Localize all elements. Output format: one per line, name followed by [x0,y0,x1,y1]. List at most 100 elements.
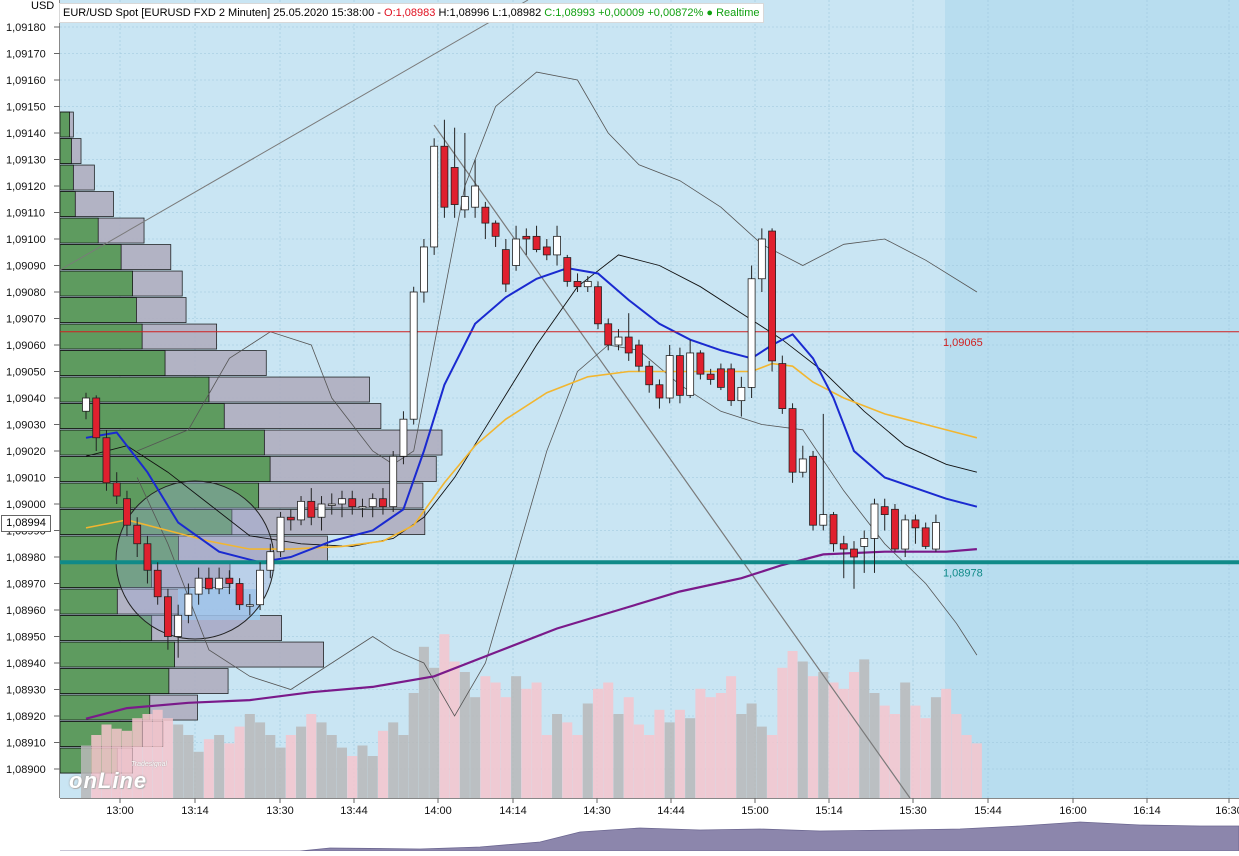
candle-body [932,522,940,550]
volume-bar [224,743,235,798]
volume-profile-up-segment [59,350,166,376]
candle-body [368,498,377,508]
volume-bar [255,722,266,798]
y-tick-label: 1,09010 [6,473,46,485]
candle-body [921,527,930,547]
volume-bar [357,745,368,798]
y-tick-label: 1,08900 [6,764,46,776]
candle-body [256,569,264,606]
candle-body [266,551,275,571]
volume-bar [439,634,450,798]
volume-profile-up-segment [59,217,99,244]
volume-bar [930,697,941,798]
volume-bar [961,735,972,798]
y-tick-label: 1,09030 [6,420,46,432]
volume-bar [633,724,644,798]
volume-bar [521,688,532,798]
y-tick-label: 1,09050 [6,367,46,379]
candle-body [645,365,654,386]
volume-bar [869,693,880,798]
volume-bar [695,688,706,798]
x-axis: 13:00 13:14 13:30 13:44 14:00 14:14 14:30 14:44… [0,798,1239,821]
candle-body [338,498,346,505]
y-tick-label: 1,08960 [6,605,46,617]
volume-bar [582,703,593,798]
y-tick-label: 1,09180 [6,22,46,34]
volume-bar [910,705,921,798]
volume-bar [326,735,337,798]
candle-body [768,230,776,362]
candle-body [153,569,162,598]
candle-body [706,373,715,380]
candle-body [747,278,756,388]
resistance-label: 1,09065 [943,337,983,349]
brand-logo: onLine [69,768,148,793]
candle-body [757,238,766,280]
candle-body [737,386,746,402]
close-value: C:1,08993 [544,7,596,19]
candle-body [399,418,408,457]
change-pct-value: +0,00872% [647,7,704,19]
candle-body [819,514,828,526]
volume-profile-up-segment [59,270,133,297]
candle-body [194,577,203,595]
y-tick-label: 1,09170 [6,49,46,61]
volume-bar [296,726,307,798]
candle-body [573,280,582,288]
volume-bar [337,747,347,798]
candle-body [143,543,152,571]
y-tick-label: 1,09140 [6,128,46,140]
volume-bar [603,682,614,798]
volume-bar [900,682,911,798]
y-tick-label: 1,09000 [6,499,46,511]
y-tick-label: 1,08950 [6,632,46,644]
volume-bar [275,747,286,798]
candle-body [471,185,480,208]
y-tick-label: 1,09160 [6,75,46,87]
candle-body [276,516,285,553]
candle-body [614,336,623,346]
candle-body [850,548,858,558]
volume-bar [183,735,194,798]
candle-body [686,352,695,396]
volume-profile-up-segment [59,323,143,350]
candle-body [164,596,172,637]
volume-profile-up-segment [59,297,137,323]
candle-body [860,538,869,547]
volume-bar [214,735,225,798]
volume-bar [593,688,603,798]
volume-bar [767,735,778,798]
candle-body [839,543,848,550]
candle-body [911,519,920,529]
candle-body [174,614,183,637]
volume-bar [818,672,829,798]
price-chart[interactable]: 1,09065 1,08978 1,09180 1,09170 1,09160 1,09… [0,0,1239,852]
candle-body [235,583,244,606]
candle-body [829,514,838,545]
y-tick-label: 1,09130 [6,155,46,167]
candle-body [676,355,684,396]
volume-bar [531,682,542,798]
candle-body [204,577,213,590]
candle-body [348,498,357,508]
volume-bar [777,667,788,798]
x-tick-label: 16:00 [1059,805,1087,817]
instrument-header: EUR/USD Spot [EURUSD FXD 2 Minuten] 25.0… [59,3,764,23]
volume-bar [951,714,962,798]
candle-body [317,503,326,518]
candle-body [112,482,121,497]
volume-bar [685,718,696,798]
volume-bar [920,718,931,798]
candle-body [358,506,367,509]
candle-body [532,235,541,251]
y-tick-label: 1,08930 [6,685,46,697]
support-label: 1,08978 [943,567,983,579]
volume-profile-up-segment [59,111,70,138]
volume-bar [787,651,798,798]
candle-body [716,368,725,388]
volume-bar [552,714,563,798]
candle-body [450,167,459,205]
current-price-marker: 1,08994 [1,515,51,532]
x-tick-label: 13:30 [266,805,294,817]
y-tick-label: 1,08910 [6,738,46,750]
